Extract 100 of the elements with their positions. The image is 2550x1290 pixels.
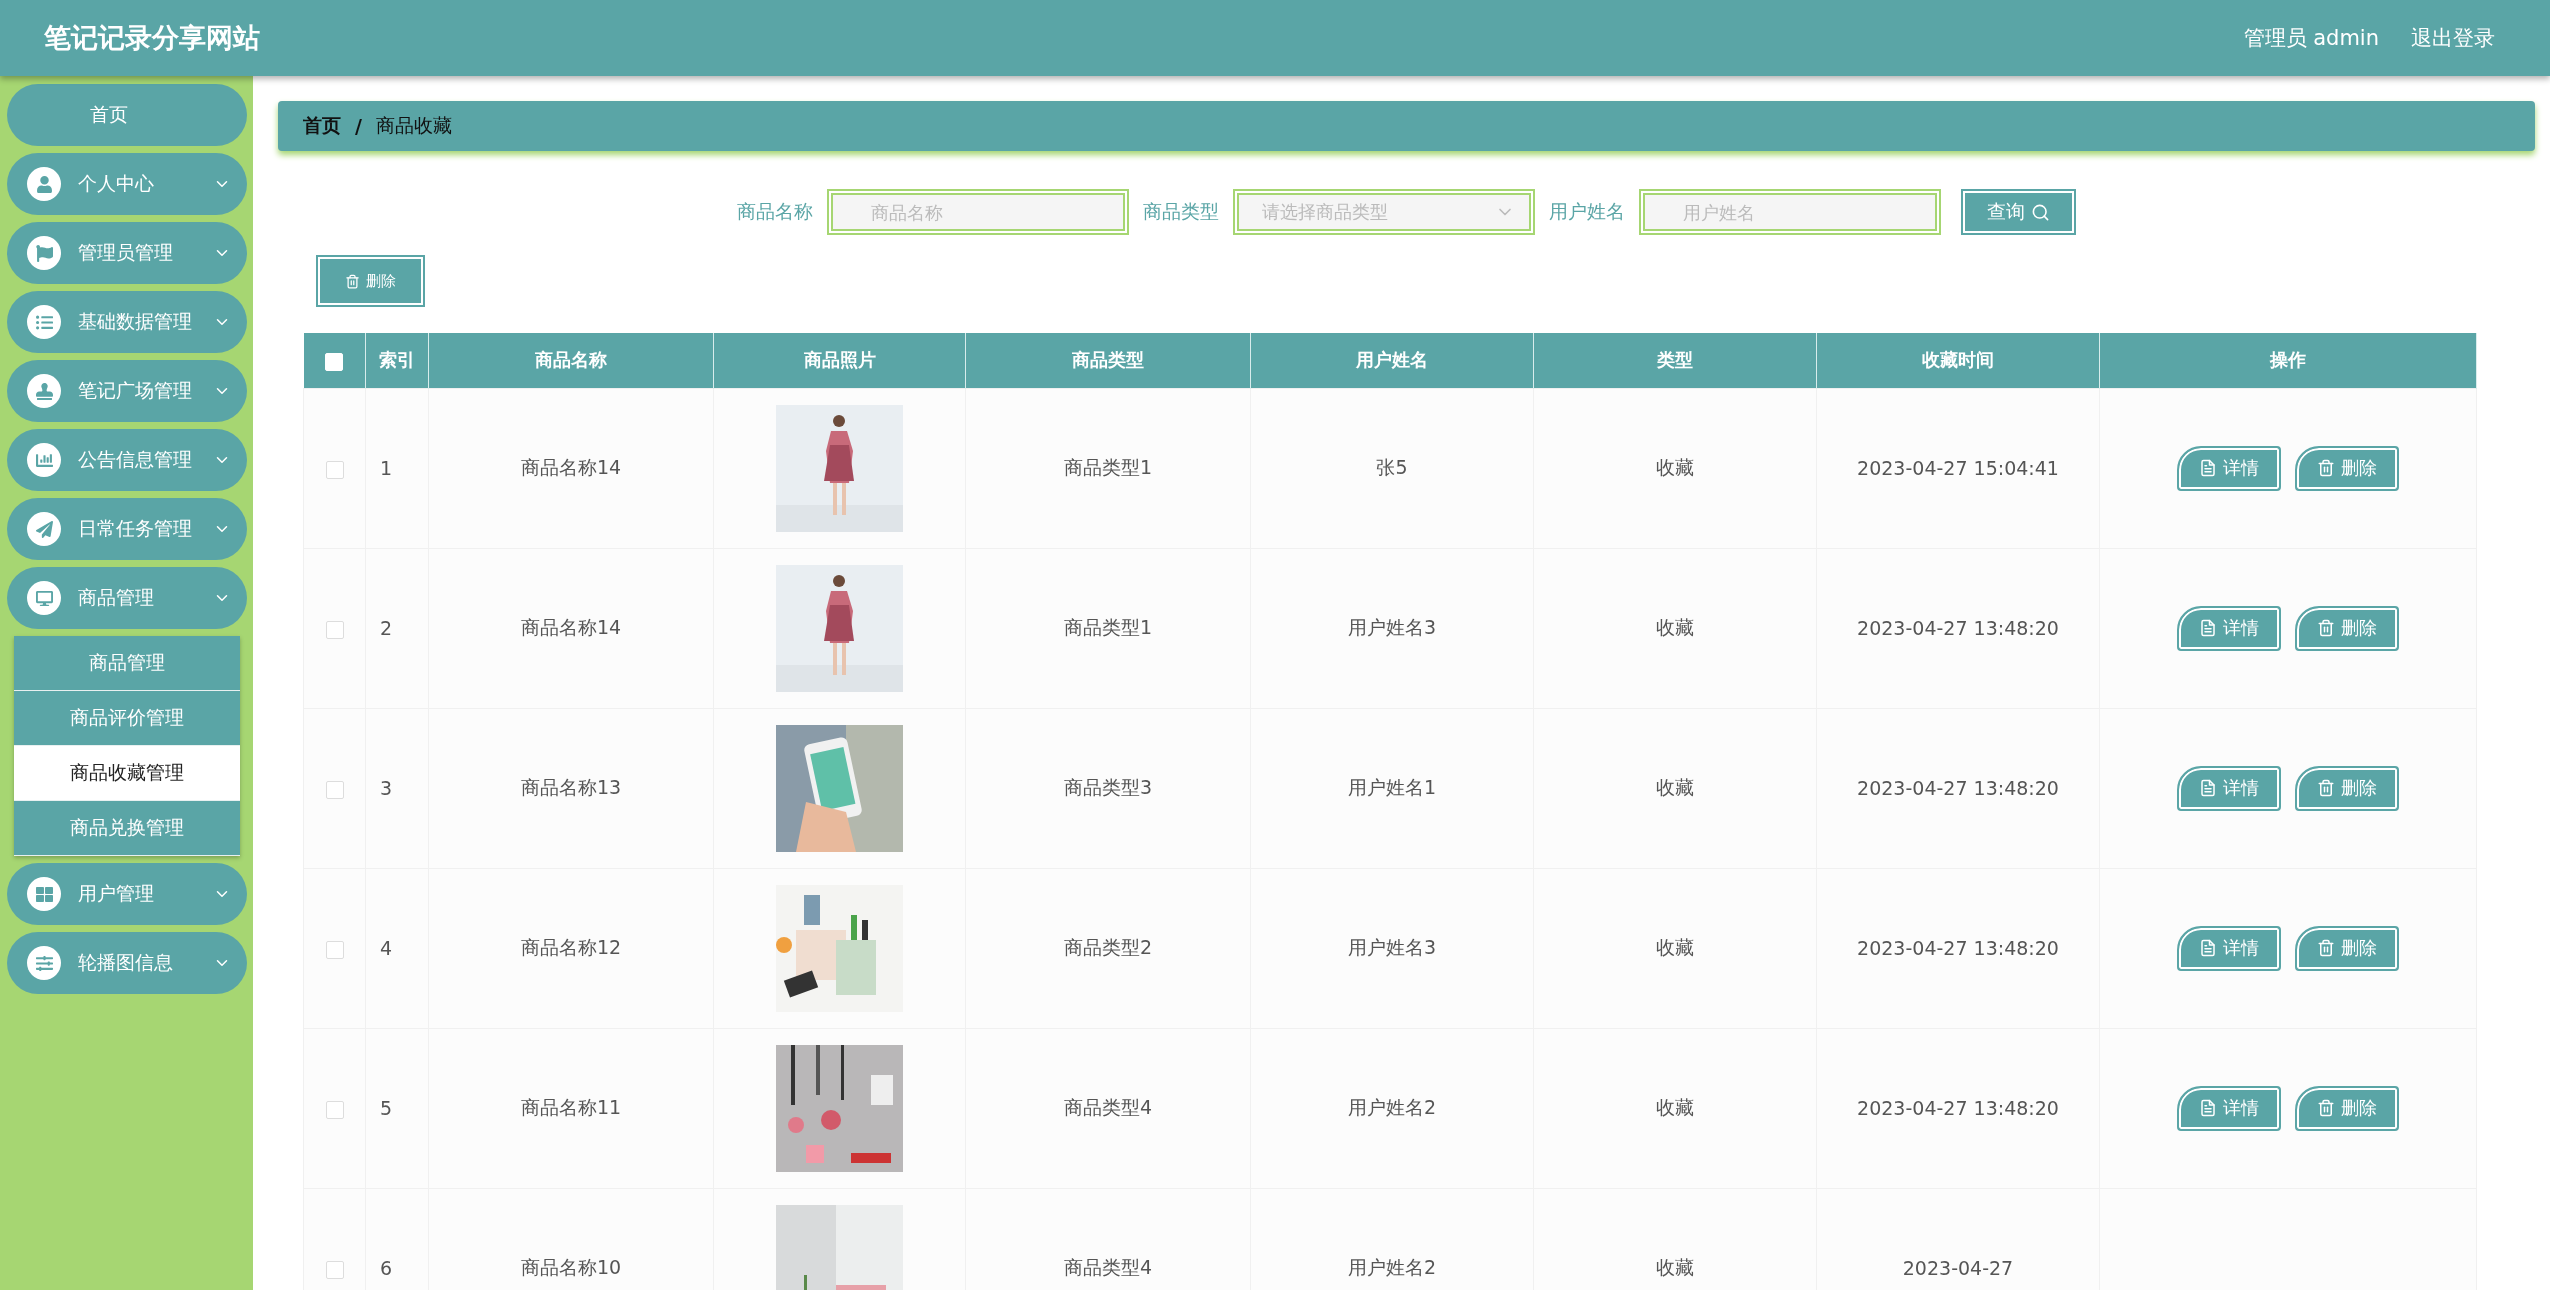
- delete-button[interactable]: 删除: [2295, 765, 2399, 811]
- submenu-item[interactable]: 商品管理: [14, 636, 240, 691]
- details-button[interactable]: 详情: [2177, 445, 2281, 491]
- column-header: 类型: [1533, 333, 1817, 388]
- submenu-item[interactable]: 商品兑换管理: [14, 801, 240, 856]
- trash-icon: [2317, 1099, 2335, 1117]
- row-checkbox[interactable]: [325, 460, 344, 479]
- document-icon: [2199, 459, 2217, 477]
- document-icon: [2199, 939, 2217, 957]
- sidebar-item[interactable]: 用户管理: [7, 863, 247, 925]
- flag-icon: [27, 236, 61, 270]
- table-cell: 4: [380, 937, 393, 959]
- sidebar-item[interactable]: 轮播图信息: [7, 932, 247, 994]
- field-label: 商品类型: [1143, 199, 1219, 224]
- sidebar-item[interactable]: 基础数据管理: [7, 291, 247, 353]
- delete-button[interactable]: 删除: [2295, 605, 2399, 651]
- table-cell: 6: [380, 1257, 393, 1279]
- search-field[interactable]: 用户姓名: [1643, 193, 1937, 231]
- document-icon: [2199, 1099, 2217, 1117]
- paper-plane-icon: [27, 512, 61, 546]
- row-checkbox[interactable]: [325, 1260, 344, 1279]
- table-cell: 2023-04-27 13:48:20: [1857, 617, 2059, 639]
- trash-icon: [2317, 459, 2335, 477]
- table-cell: 收藏: [1656, 936, 1694, 958]
- logout-link[interactable]: 退出登录: [2411, 24, 2495, 52]
- bar-chart-icon: [27, 443, 61, 477]
- document-icon: [2199, 779, 2217, 797]
- person-icon: [27, 167, 61, 201]
- row-checkbox[interactable]: [325, 1100, 344, 1119]
- table-cell: 商品名称11: [520, 1096, 622, 1118]
- list-icon: [27, 305, 61, 339]
- row-checkbox[interactable]: [325, 780, 344, 799]
- sidebar-item[interactable]: 日常任务管理: [7, 498, 247, 560]
- column-header: 收藏时间: [1816, 333, 2100, 388]
- column-header: 索引: [365, 333, 429, 388]
- table-cell: 2023-04-27 15:04:41: [1857, 457, 2059, 479]
- table-cell: 商品类型4: [1063, 1256, 1153, 1278]
- sidebar-item[interactable]: 个人中心: [7, 153, 247, 215]
- trash-icon: [345, 273, 360, 289]
- table-cell: 商品名称14: [520, 616, 622, 638]
- table-cell: 2: [380, 617, 393, 639]
- breadcrumb-link[interactable]: 首页: [303, 113, 341, 139]
- site-title: 笔记记录分享网站: [44, 21, 260, 55]
- table-cell: 用户姓名1: [1347, 776, 1437, 798]
- details-button[interactable]: 详情: [2177, 605, 2281, 651]
- table-cell: 商品类型2: [1063, 936, 1153, 958]
- field-label: 用户姓名: [1549, 199, 1625, 224]
- column-header: 商品照片: [713, 333, 966, 388]
- table-cell: 收藏: [1656, 1096, 1694, 1118]
- column-header: 用户姓名: [1250, 333, 1534, 388]
- details-button[interactable]: 详情: [2177, 925, 2281, 971]
- row-checkbox[interactable]: [325, 620, 344, 639]
- table-cell: 张5: [1376, 456, 1408, 478]
- sidebar-item[interactable]: 笔记广场管理: [7, 360, 247, 422]
- select-field[interactable]: 请选择商品类型: [1233, 189, 1535, 235]
- row-checkbox[interactable]: [325, 940, 344, 959]
- table-cell: 商品名称10: [520, 1256, 622, 1278]
- search-field[interactable]: 商品名称: [831, 193, 1125, 231]
- delete-button[interactable]: 删除: [2295, 1085, 2399, 1131]
- sidebar-item[interactable]: 商品管理: [7, 567, 247, 629]
- trash-icon: [2317, 779, 2335, 797]
- stamp-icon: [27, 374, 61, 408]
- table-cell: 2023-04-27 13:48:20: [1857, 937, 2059, 959]
- grid-icon: [27, 877, 61, 911]
- admin-user-label: 管理员 admin: [2243, 25, 2379, 52]
- search-icon: [2031, 202, 2050, 222]
- table-cell: 商品名称13: [520, 776, 622, 798]
- delete-button[interactable]: 删除: [316, 255, 425, 307]
- table-cell: 收藏: [1656, 616, 1694, 638]
- query-button[interactable]: 查询: [1961, 189, 2076, 235]
- table-cell: 商品类型1: [1063, 616, 1153, 638]
- trash-icon: [2317, 939, 2335, 957]
- table-cell: 商品类型3: [1063, 776, 1153, 798]
- details-button[interactable]: 详情: [2177, 765, 2281, 811]
- column-header: 商品类型: [965, 333, 1251, 388]
- breadcrumb-separator: /: [355, 115, 362, 137]
- table-cell: 3: [380, 777, 393, 799]
- delete-button[interactable]: 删除: [2295, 445, 2399, 491]
- table-cell: 用户姓名2: [1347, 1096, 1437, 1118]
- submenu-item[interactable]: 商品评价管理: [14, 691, 240, 746]
- details-button[interactable]: 详情: [2177, 1085, 2281, 1131]
- table-cell: 商品名称12: [520, 936, 622, 958]
- select-all-checkbox[interactable]: [325, 352, 344, 371]
- table-cell: 用户姓名2: [1347, 1256, 1437, 1278]
- table-cell: 收藏: [1656, 1256, 1694, 1278]
- field-label: 商品名称: [737, 199, 813, 224]
- table-cell: 用户姓名3: [1347, 936, 1437, 958]
- table-cell: 5: [380, 1097, 393, 1119]
- sidebar-item[interactable]: 首页: [7, 84, 247, 146]
- table-cell: 商品名称14: [520, 456, 622, 478]
- document-icon: [2199, 619, 2217, 637]
- table-cell: 商品类型1: [1063, 456, 1153, 478]
- submenu-item[interactable]: 商品收藏管理: [14, 746, 240, 801]
- breadcrumb-current: 商品收藏: [375, 113, 452, 138]
- table-cell: 2023-04-27 13:48:20: [1857, 1097, 2059, 1119]
- table-cell: 收藏: [1656, 456, 1694, 478]
- delete-button[interactable]: 删除: [2295, 925, 2399, 971]
- sidebar-item[interactable]: 公告信息管理: [7, 429, 247, 491]
- sidebar-item[interactable]: 管理员管理: [7, 222, 247, 284]
- column-header: 商品名称: [428, 333, 714, 388]
